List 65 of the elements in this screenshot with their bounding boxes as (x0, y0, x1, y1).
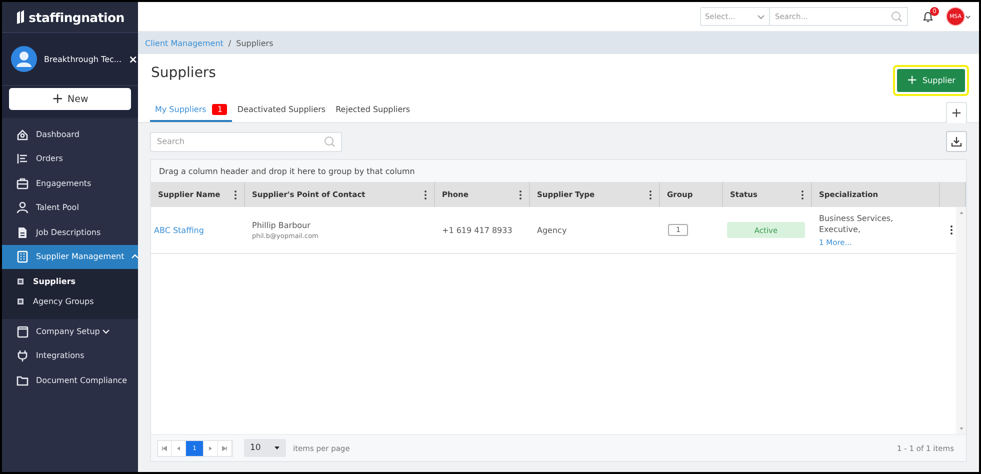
brand-logo-text: staffingnation (28, 10, 124, 24)
previous-page-icon (176, 446, 181, 450)
kebab-menu-icon[interactable] (801, 190, 804, 200)
list-icon (16, 152, 29, 166)
kebab-menu-icon[interactable] (519, 190, 522, 200)
tab-label: Rejected Suppliers (336, 104, 410, 114)
sidebar-item[interactable]: Dashboard (2, 122, 138, 146)
tab[interactable]: Rejected Suppliers (330, 98, 416, 122)
plug-icon (16, 349, 29, 362)
sidebar-item[interactable]: Supplier Management (2, 244, 138, 269)
window-icon (16, 324, 29, 338)
phone-cell: +1 619 417 8933 (442, 226, 512, 234)
home-icon (16, 128, 29, 141)
search-icon (324, 136, 335, 147)
briefcase-icon (16, 176, 29, 190)
avatar-icon (11, 46, 37, 72)
close-button[interactable]: × (128, 52, 138, 66)
sidebar-item[interactable]: Job Descriptions (2, 220, 138, 244)
breadcrumb-separator: / (228, 38, 232, 48)
building-icon (16, 250, 29, 264)
specialization-text: Executive, (819, 224, 860, 234)
breadcrumb-current: Suppliers (236, 38, 274, 48)
count-badge: 1 (212, 104, 228, 114)
sidebar-item[interactable]: Company Setup (2, 319, 138, 344)
sidebar-subitem[interactable]: Suppliers (2, 271, 138, 291)
next-page-icon (208, 446, 213, 450)
last-page-icon (222, 446, 227, 450)
new-button[interactable]: + New (9, 88, 131, 110)
kebab-menu-icon[interactable] (234, 190, 237, 200)
download-icon (951, 136, 962, 147)
sidebar-subitem[interactable]: Agency Groups (2, 291, 138, 311)
tab[interactable]: Deactivated Suppliers (232, 98, 331, 122)
add-tab-button[interactable]: + (946, 102, 967, 123)
sidebar-item[interactable]: Integrations (2, 344, 138, 368)
supplier-link[interactable]: ABC Staffing (154, 226, 204, 234)
page-size-dropdown[interactable]: 10 (244, 439, 286, 457)
document-icon (16, 226, 29, 239)
group-by-hint: Drag a column header and drop it here to group by that column (151, 160, 966, 182)
supplier-type-cell: Agency (537, 226, 567, 234)
account-name: Breakthrough Tec... (44, 54, 122, 64)
contact-name: Phillip Barbour (252, 220, 310, 230)
tab-label: Deactivated Suppliers (237, 104, 326, 114)
caret-icon (965, 14, 971, 18)
tab-label: My Suppliers (155, 104, 206, 114)
caret-icon (274, 446, 280, 450)
logo-icon (16, 9, 25, 25)
person-icon (16, 201, 29, 214)
sidebar-item[interactable]: Talent Pool (2, 196, 138, 220)
folder-icon (16, 374, 29, 387)
download-button[interactable] (946, 131, 967, 152)
chevron-down-icon (757, 14, 765, 20)
grid-icon (17, 298, 24, 304)
add-supplier-button[interactable]: + Supplier (897, 69, 965, 92)
first-page-icon (162, 446, 167, 450)
bell-icon[interactable] (922, 10, 934, 22)
kebab-menu-icon[interactable] (424, 190, 427, 200)
sidebar-item[interactable]: Document Compliance (2, 368, 138, 392)
kebab-menu-icon[interactable] (950, 225, 953, 235)
specialization-text: Business Services, (819, 214, 894, 222)
kebab-menu-icon[interactable] (649, 190, 652, 200)
grid-icon (17, 278, 24, 284)
sidebar-item[interactable]: Orders (2, 146, 138, 171)
page-title: Suppliers (151, 65, 216, 81)
sidebar-item[interactable]: Engagements (2, 171, 138, 196)
search-icon (891, 11, 902, 22)
